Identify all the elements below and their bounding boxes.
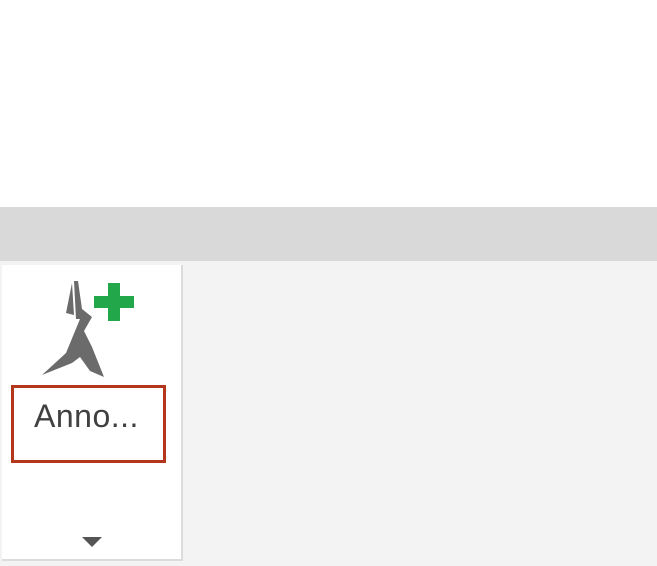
app-window: Anno... bbox=[0, 0, 657, 566]
tool-label: Anno... bbox=[34, 398, 139, 434]
ribbon-header-bar bbox=[0, 207, 657, 261]
add-annotation-icon bbox=[42, 281, 134, 377]
chevron-down-icon[interactable] bbox=[80, 535, 104, 549]
tool-label-highlight: Anno... bbox=[11, 385, 166, 463]
empty-area bbox=[0, 0, 657, 207]
add-annotation-button[interactable]: Anno... bbox=[2, 265, 183, 561]
